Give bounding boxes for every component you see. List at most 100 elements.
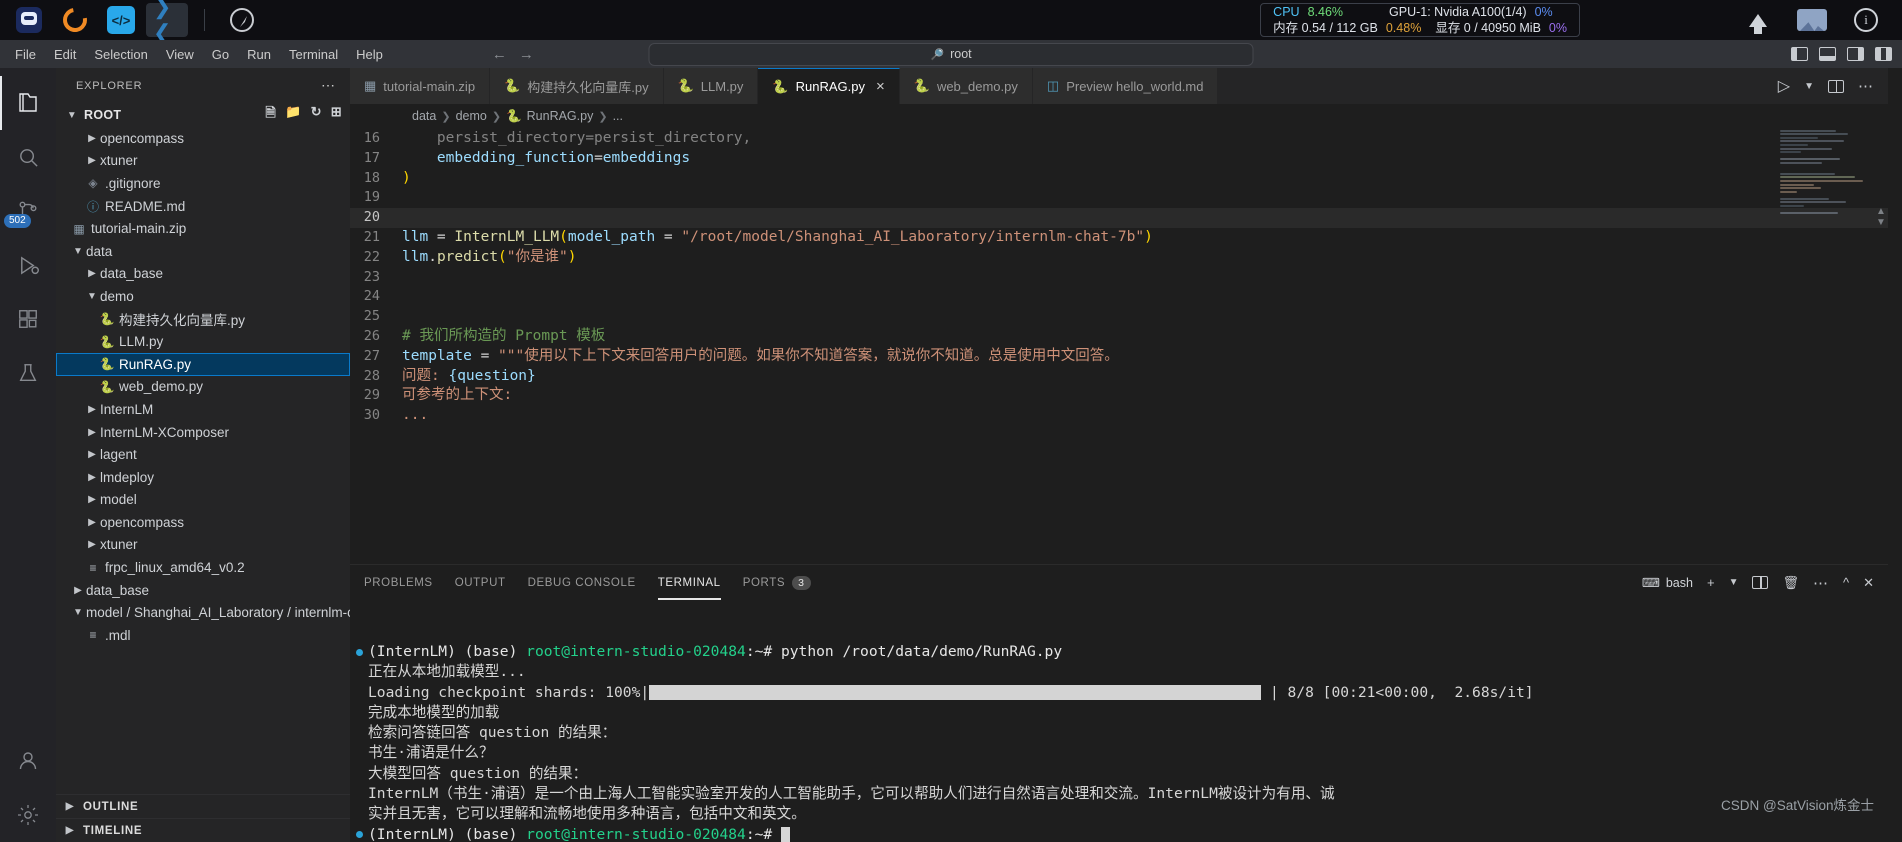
run-icon[interactable]: ▷ — [1778, 76, 1790, 96]
editor-tab-llm.py[interactable]: 🐍 LLM.py — [663, 68, 759, 104]
tree-item-xtuner[interactable]: ▶ xtuner — [56, 150, 350, 173]
tree-item-opencompass[interactable]: ▶ opencompass — [56, 127, 350, 150]
editor-tab-web_demo.py[interactable]: 🐍 web_demo.py — [899, 68, 1033, 104]
new-file-icon[interactable]: 🗎 — [265, 104, 276, 126]
tree-item-model[interactable]: ▶ model — [56, 489, 350, 512]
chevron-right-icon[interactable]: ▶ — [84, 449, 100, 460]
breadcrumb-item-demo[interactable]: demo — [456, 109, 487, 123]
tree-item-web_demo.py[interactable]: 🐍 web_demo.py — [56, 376, 350, 399]
kill-terminal-icon[interactable]: 🗑 — [1782, 575, 1799, 591]
tree-item-.mdl[interactable]: ≡ .mdl — [56, 624, 350, 647]
toggle-primary-sidebar-icon[interactable] — [1791, 47, 1808, 61]
image-icon[interactable] — [1790, 3, 1834, 37]
timeline-section[interactable]: ▶ TIMELINE — [56, 818, 350, 842]
new-terminal-icon[interactable]: + — [1707, 575, 1715, 590]
panel-tab-debug-console[interactable]: DEBUG CONSOLE — [528, 565, 636, 600]
chevron-right-icon[interactable]: ▶ — [84, 133, 100, 144]
new-folder-icon[interactable]: 📁 — [285, 104, 302, 126]
compass-icon[interactable] — [221, 3, 263, 37]
menu-selection[interactable]: Selection — [85, 44, 156, 65]
tree-item-.gitignore[interactable]: ◈ .gitignore — [56, 172, 350, 195]
close-icon[interactable]: × — [876, 78, 885, 95]
menu-file[interactable]: File — [6, 44, 45, 65]
info-icon[interactable]: i — [1844, 3, 1888, 37]
tree-item-data_base[interactable]: ▶ data_base — [56, 263, 350, 286]
activity-extensions[interactable] — [0, 292, 56, 346]
more-icon[interactable]: ⋯ — [1813, 574, 1829, 592]
tree-item-internlm[interactable]: ▶ InternLM — [56, 398, 350, 421]
menu-edit[interactable]: Edit — [45, 44, 85, 65]
activity-explorer[interactable] — [0, 76, 56, 130]
split-editor-icon[interactable] — [1828, 79, 1844, 93]
editor-tab-preview-hello_world.md[interactable]: ◫ Preview hello_world.md — [1032, 68, 1219, 104]
split-terminal-icon[interactable] — [1752, 576, 1769, 589]
chevron-down-icon[interactable]: ▼ — [84, 291, 100, 302]
chevron-right-icon[interactable]: ▶ — [84, 268, 100, 279]
vscode-app-icon[interactable]: ❯❮ — [146, 0, 188, 45]
panel-tab-terminal[interactable]: TERMINAL — [657, 565, 721, 600]
run-dropdown-icon[interactable]: ▼ — [1804, 81, 1814, 92]
command-center[interactable]: 🔍 root — [648, 42, 1254, 66]
breadcrumb-item-more[interactable]: ... — [613, 109, 623, 123]
terminal-output[interactable]: (InternLM) (base) root@intern-studio-020… — [350, 600, 1888, 842]
tree-item-xtuner[interactable]: ▶ xtuner — [56, 534, 350, 557]
code-app-icon[interactable]: </> — [100, 3, 142, 37]
scroll-indicator[interactable]: ▲ ▼ — [1876, 206, 1886, 228]
editor-tab-runrag.py[interactable]: 🐍 RunRAG.py × — [758, 68, 900, 104]
tree-item-readme.md[interactable]: ⓘ README.md — [56, 195, 350, 218]
terminal-shell-chip[interactable]: ⌨ bash — [1642, 575, 1693, 591]
upload-icon[interactable] — [1736, 3, 1780, 37]
tree-item-frpc_linux_amd64_v0.2[interactable]: ≡ frpc_linux_amd64_v0.2 — [56, 556, 350, 579]
tree-item-opencompass[interactable]: ▶ opencompass — [56, 511, 350, 534]
code-editor[interactable]: 16 persist_directory=persist_directory, 1… — [350, 128, 1888, 564]
panel-tab-problems[interactable]: PROBLEMS — [364, 565, 433, 600]
editor-tab-tutorial-main.zip[interactable]: ▦ tutorial-main.zip — [350, 68, 491, 104]
chevron-right-icon[interactable]: ▶ — [84, 404, 100, 415]
menu-run[interactable]: Run — [238, 44, 280, 65]
activity-run-debug[interactable] — [0, 238, 56, 292]
chevron-right-icon[interactable]: ▶ — [84, 427, 100, 438]
outline-section[interactable]: ▶ OUTLINE — [56, 794, 350, 818]
panel-tab-output[interactable]: OUTPUT — [455, 565, 506, 600]
chevron-right-icon[interactable]: ▶ — [84, 539, 100, 550]
chevron-right-icon[interactable]: ▶ — [70, 585, 86, 596]
activity-accounts[interactable] — [0, 734, 56, 788]
tree-item-model---shanghai_ai_laboratory---internlm-c...[interactable]: ▼ model / Shanghai_AI_Laboratory / intern… — [56, 601, 350, 624]
explorer-root-row[interactable]: ▼ ROOT 🗎 📁 ↻ ⊞ — [56, 103, 350, 127]
tree-item-lagent[interactable]: ▶ lagent — [56, 443, 350, 466]
menu-view[interactable]: View — [157, 44, 203, 65]
chevron-right-icon[interactable]: ▶ — [84, 155, 100, 166]
activity-search[interactable] — [0, 130, 56, 184]
breadcrumb-item-data[interactable]: data — [412, 109, 436, 123]
toggle-secondary-sidebar-icon[interactable] — [1847, 47, 1864, 61]
editor-tab-构建持久化向量库.py[interactable]: 🐍 构建持久化向量库.py — [490, 68, 664, 104]
tree-item-lmdeploy[interactable]: ▶ lmdeploy — [56, 466, 350, 489]
toggle-panel-icon[interactable] — [1819, 47, 1836, 61]
close-icon[interactable]: ✕ — [1863, 575, 1874, 591]
collapse-all-icon[interactable]: ⊞ — [331, 104, 342, 126]
chevron-right-icon[interactable]: ▶ — [84, 517, 100, 528]
terminal-dropdown-icon[interactable]: ▼ — [1729, 577, 1739, 588]
activity-source-control[interactable]: 502 — [0, 184, 56, 238]
chevron-right-icon[interactable]: ▶ — [84, 472, 100, 483]
tree-item-tutorial-main.zip[interactable]: ▦ tutorial-main.zip — [56, 217, 350, 240]
chevron-down-icon[interactable]: ▼ — [70, 246, 86, 257]
tree-item-internlm-xcomposer[interactable]: ▶ InternLM-XComposer — [56, 421, 350, 444]
tree-item-runrag.py[interactable]: 🐍 RunRAG.py — [56, 352, 350, 376]
ellipsis-icon[interactable]: ⋯ — [321, 77, 336, 94]
chevron-down-icon[interactable]: ▼ — [70, 607, 86, 618]
tree-item-llm.py[interactable]: 🐍 LLM.py — [56, 330, 350, 353]
arrow-left-icon[interactable]: ← — [492, 46, 507, 63]
activity-testing[interactable] — [0, 346, 56, 400]
tree-item-demo[interactable]: ▼ demo — [56, 285, 350, 308]
minimap[interactable] — [1780, 128, 1874, 564]
menu-go[interactable]: Go — [203, 44, 238, 65]
tree-item-data[interactable]: ▼ data — [56, 240, 350, 263]
chevron-right-icon[interactable]: ▶ — [84, 494, 100, 505]
menu-terminal[interactable]: Terminal — [280, 44, 347, 65]
arrow-right-icon[interactable]: → — [519, 46, 534, 63]
menu-help[interactable]: Help — [347, 44, 392, 65]
ring-app-icon[interactable] — [54, 3, 96, 37]
breadcrumb-item-file[interactable]: RunRAG.py — [527, 109, 594, 123]
tree-item-构建持久化向量库.py[interactable]: 🐍 构建持久化向量库.py — [56, 308, 350, 331]
